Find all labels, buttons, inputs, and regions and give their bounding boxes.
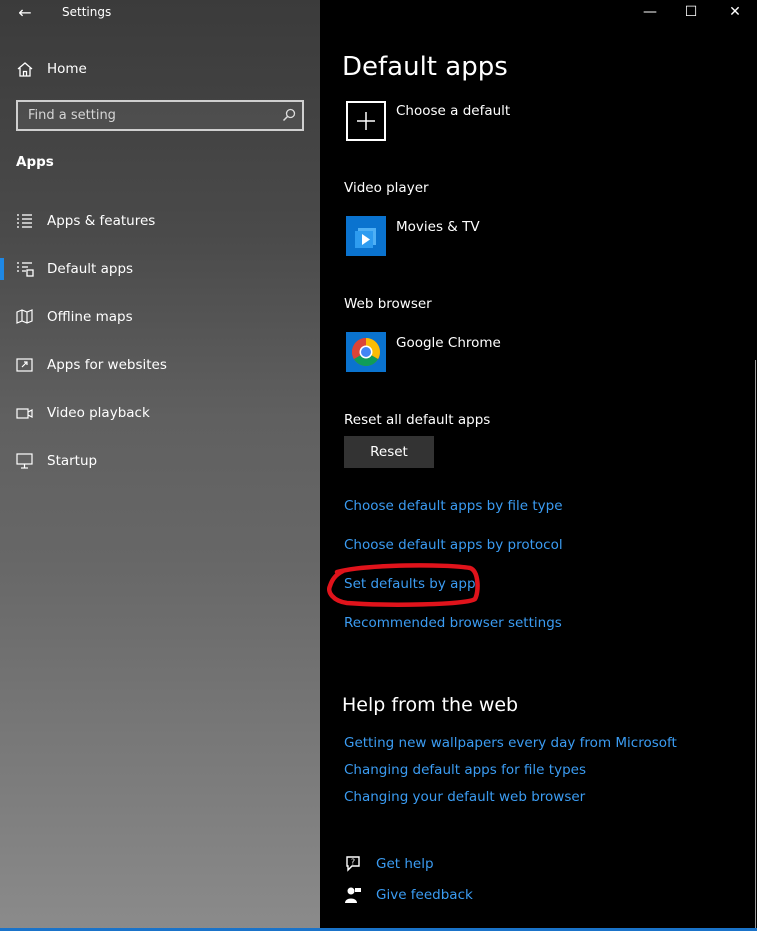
window-title: Settings (62, 5, 112, 19)
reset-heading: Reset all default apps (344, 412, 491, 428)
help-link-web-browser[interactable]: Changing your default web browser (344, 789, 585, 805)
sidebar-item-home[interactable]: Home (0, 49, 320, 89)
reset-button[interactable]: Reset (344, 436, 434, 468)
link-by-protocol[interactable]: Choose default apps by protocol (344, 537, 563, 553)
get-help-icon: ? (346, 856, 360, 872)
feedback-icon (345, 887, 361, 903)
sidebar-item-apps-for-websites[interactable]: Apps for websites (0, 345, 320, 385)
maximize-button[interactable]: ☐ (668, 0, 714, 26)
sidebar-item-default-apps[interactable]: Default apps (0, 249, 320, 289)
sidebar-item-label: Apps for websites (47, 357, 167, 373)
video-player-default[interactable]: Movies & TV (344, 216, 594, 258)
list-icon (17, 214, 32, 228)
sidebar-item-label: Apps & features (47, 213, 156, 229)
choose-default-button[interactable]: Choose a default (344, 100, 544, 144)
web-browser-app-label: Google Chrome (396, 335, 501, 351)
section-heading: Apps (16, 154, 54, 170)
home-icon (17, 62, 33, 77)
sidebar-item-video-playback[interactable]: Video playback (0, 393, 320, 433)
link-recommended-browser-settings[interactable]: Recommended browser settings (344, 615, 562, 631)
sidebar-item-label: Startup (47, 453, 98, 469)
plus-icon (346, 101, 386, 141)
sidebar-item-startup[interactable]: Startup (0, 441, 320, 481)
video-icon (16, 408, 33, 419)
search-box[interactable] (16, 100, 304, 131)
sidebar-item-label: Default apps (47, 261, 134, 277)
video-player-app-label: Movies & TV (396, 219, 480, 235)
help-heading: Help from the web (342, 694, 519, 716)
web-browser-heading: Web browser (344, 296, 432, 312)
get-help-link[interactable]: Get help (376, 856, 434, 872)
search-icon[interactable] (282, 108, 296, 122)
help-link-file-types[interactable]: Changing default apps for file types (344, 762, 586, 778)
page-title: Default apps (342, 52, 508, 82)
search-input[interactable] (18, 102, 278, 129)
chrome-icon (346, 332, 386, 372)
movies-tv-icon (346, 216, 386, 256)
web-browser-default[interactable]: Google Chrome (344, 332, 594, 374)
sidebar-item-apps-features[interactable]: Apps & features (0, 201, 320, 241)
link-set-defaults-by-app[interactable]: Set defaults by app (344, 576, 476, 592)
sidebar-item-label: Home (47, 61, 87, 77)
scrollbar-track[interactable] (755, 360, 756, 931)
choose-default-label: Choose a default (396, 103, 511, 119)
svg-text:?: ? (351, 858, 355, 867)
default-apps-icon (17, 262, 34, 277)
sidebar-item-label: Video playback (47, 405, 150, 421)
startup-icon (16, 453, 33, 469)
help-link-wallpapers[interactable]: Getting new wallpapers every day from Mi… (344, 735, 677, 751)
close-button[interactable]: ✕ (712, 0, 757, 26)
open-in-app-icon (16, 358, 33, 372)
video-player-heading: Video player (344, 180, 429, 196)
sidebar-item-offline-maps[interactable]: Offline maps (0, 297, 320, 337)
content-pane: — ☐ ✕ Default apps Choose a default Vide… (320, 0, 757, 931)
sidebar-item-label: Offline maps (47, 309, 133, 325)
minimize-button[interactable]: — (627, 0, 673, 26)
back-button[interactable]: ← (10, 2, 40, 26)
map-icon (16, 309, 33, 324)
link-by-file-type[interactable]: Choose default apps by file type (344, 498, 563, 514)
give-feedback-link[interactable]: Give feedback (376, 887, 473, 903)
settings-sidebar: ← Settings Home Apps Apps & features (0, 0, 320, 931)
